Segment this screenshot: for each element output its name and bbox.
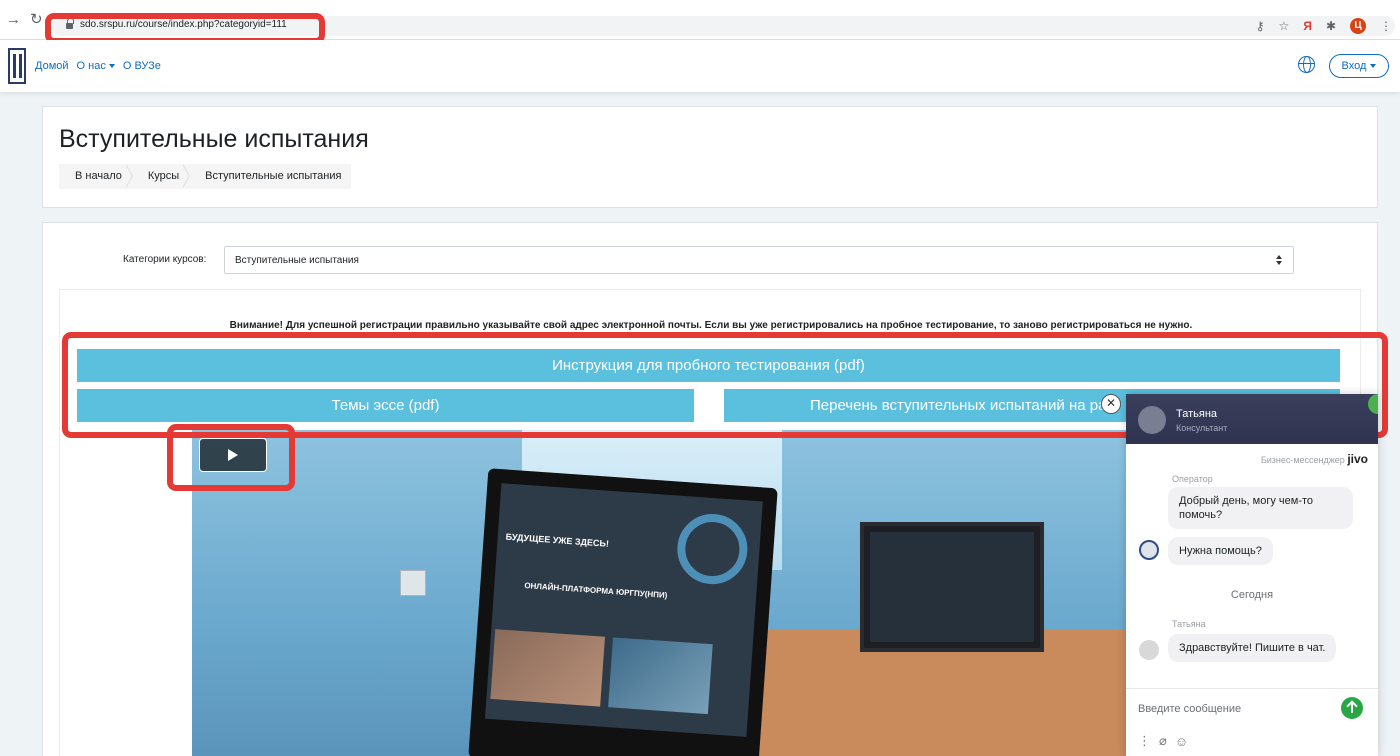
- promo-video[interactable]: БУДУЩЕЕ УЖЕ ЗДЕСЬ! ОНЛАЙН-ПЛАТФОРМА ЮРГП…: [192, 430, 1126, 756]
- agent-name: Татьяна: [1176, 408, 1218, 420]
- breadcrumb-current: Вступительные испытания: [189, 164, 351, 189]
- sender-avatar: [1139, 640, 1159, 660]
- send-icon[interactable]: [1341, 697, 1363, 719]
- video-monitor-left: БУДУЩЕЕ УЖЕ ЗДЕСЬ! ОНЛАЙН-ПЛАТФОРМА ЮРГП…: [468, 468, 778, 756]
- video-screen-photo: [608, 637, 713, 715]
- breadcrumb-courses[interactable]: Курсы: [132, 164, 191, 189]
- attach-icon[interactable]: ⌀: [1159, 733, 1167, 749]
- back-arrow-icon[interactable]: →: [6, 12, 21, 28]
- university-logo-icon[interactable]: [8, 48, 26, 84]
- video-monitor-screen: [870, 532, 1034, 642]
- chat-header: Татьяна Консультант: [1126, 394, 1378, 444]
- lock-icon: [66, 18, 74, 30]
- chat-brand: Бизнес-мессенджер jivo: [1261, 452, 1368, 466]
- language-globe-icon[interactable]: [1298, 56, 1315, 73]
- exam-list-label: Перечень вступительных испытаний на ра: [810, 397, 1107, 414]
- registration-notice: Внимание! Для успешной регистрации прави…: [229, 320, 1193, 331]
- page-title: Вступительные испытания: [59, 125, 369, 153]
- sender-label: Татьяна: [1172, 619, 1206, 629]
- extensions-icon[interactable]: ✱: [1326, 19, 1336, 33]
- chat-tools: ⋮ ⌀ ☺: [1138, 733, 1188, 749]
- essay-topics-button[interactable]: Темы эссе (pdf): [77, 389, 694, 422]
- breadcrumb: В начало Курсы Вступительные испытания: [59, 164, 352, 189]
- key-icon[interactable]: ⚷: [1256, 19, 1265, 33]
- chevron-down-icon: [108, 64, 115, 69]
- chat-message: Здравствуйте! Пишите в чат.: [1168, 634, 1337, 662]
- address-url: sdo.srspu.ru/course/index.php?categoryid…: [80, 19, 287, 30]
- menu-dots-icon[interactable]: ⋮: [1380, 19, 1392, 33]
- chat-message-input[interactable]: Введите сообщение: [1138, 703, 1241, 715]
- video-socket: [400, 570, 426, 596]
- profile-avatar[interactable]: Ц: [1350, 18, 1366, 34]
- nav-university[interactable]: О ВУЗе: [123, 60, 161, 72]
- online-indicator: [1368, 394, 1378, 414]
- video-monitor-right: [860, 522, 1044, 652]
- star-icon[interactable]: ☆: [1279, 19, 1290, 33]
- agent-avatar: [1138, 406, 1166, 434]
- address-bar[interactable]: sdo.srspu.ru/course/index.php?categoryid…: [52, 16, 1395, 36]
- nav-about-label: О нас: [76, 60, 106, 72]
- video-screen-photo: [490, 629, 605, 707]
- close-icon[interactable]: ✕: [1101, 394, 1121, 414]
- essay-topics-label: Темы эссе (pdf): [331, 397, 440, 414]
- login-label: Вход: [1341, 60, 1367, 72]
- chevron-down-icon: [1370, 64, 1377, 68]
- category-select[interactable]: Вступительные испытания: [224, 246, 1294, 274]
- reload-icon[interactable]: ↻: [30, 12, 43, 28]
- video-play-button[interactable]: [199, 438, 267, 472]
- nav-about[interactable]: О нас: [77, 60, 115, 72]
- site-navbar: Домой О нас О ВУЗе Вход: [0, 40, 1400, 92]
- chat-message: Нужна помощь?: [1168, 537, 1273, 565]
- category-select-value: Вступительные испытания: [235, 255, 359, 266]
- breadcrumb-home[interactable]: В начало: [59, 164, 133, 189]
- play-icon: [228, 449, 238, 461]
- chat-message: Добрый день, могу чем-то помочь?: [1168, 487, 1353, 529]
- breadcrumb-label: Курсы: [147, 170, 180, 182]
- more-dots-icon[interactable]: ⋮: [1138, 733, 1151, 749]
- category-label: Категории курсов:: [123, 254, 207, 265]
- instruction-pdf-label: Инструкция для пробного тестирования (pd…: [552, 357, 865, 374]
- breadcrumb-label: Вступительные испытания: [205, 170, 342, 182]
- agent-role: Консультант: [1176, 423, 1228, 433]
- operator-label: Оператор: [1172, 474, 1213, 484]
- emoji-icon[interactable]: ☺: [1175, 734, 1188, 749]
- browser-toolbar: → ↻ sdo.srspu.ru/course/index.php?catego…: [0, 0, 1400, 40]
- breadcrumb-label: В начало: [75, 170, 122, 182]
- brand-prefix: Бизнес-мессенджер: [1260, 455, 1345, 465]
- browser-icons: ⚷ ☆ Я ✱ Ц ⋮: [1256, 18, 1392, 34]
- login-button[interactable]: Вход: [1329, 54, 1389, 78]
- chat-composer: Введите сообщение ⋮ ⌀ ☺: [1126, 688, 1378, 756]
- operator-avatar: [1139, 540, 1159, 560]
- chat-widget[interactable]: Татьяна Консультант Бизнес-мессенджер ji…: [1126, 394, 1378, 756]
- nav-home[interactable]: Домой: [35, 60, 69, 72]
- select-arrows-icon: [1275, 255, 1283, 267]
- yandex-icon[interactable]: Я: [1303, 19, 1312, 33]
- instruction-pdf-button[interactable]: Инструкция для пробного тестирования (pd…: [77, 349, 1340, 382]
- day-separator: Сегодня: [1230, 589, 1274, 601]
- page-header: Вступительные испытания В начало Курсы В…: [42, 106, 1378, 208]
- nav-links: Домой О нас О ВУЗе: [35, 60, 161, 72]
- brand-name: jivo: [1347, 452, 1368, 466]
